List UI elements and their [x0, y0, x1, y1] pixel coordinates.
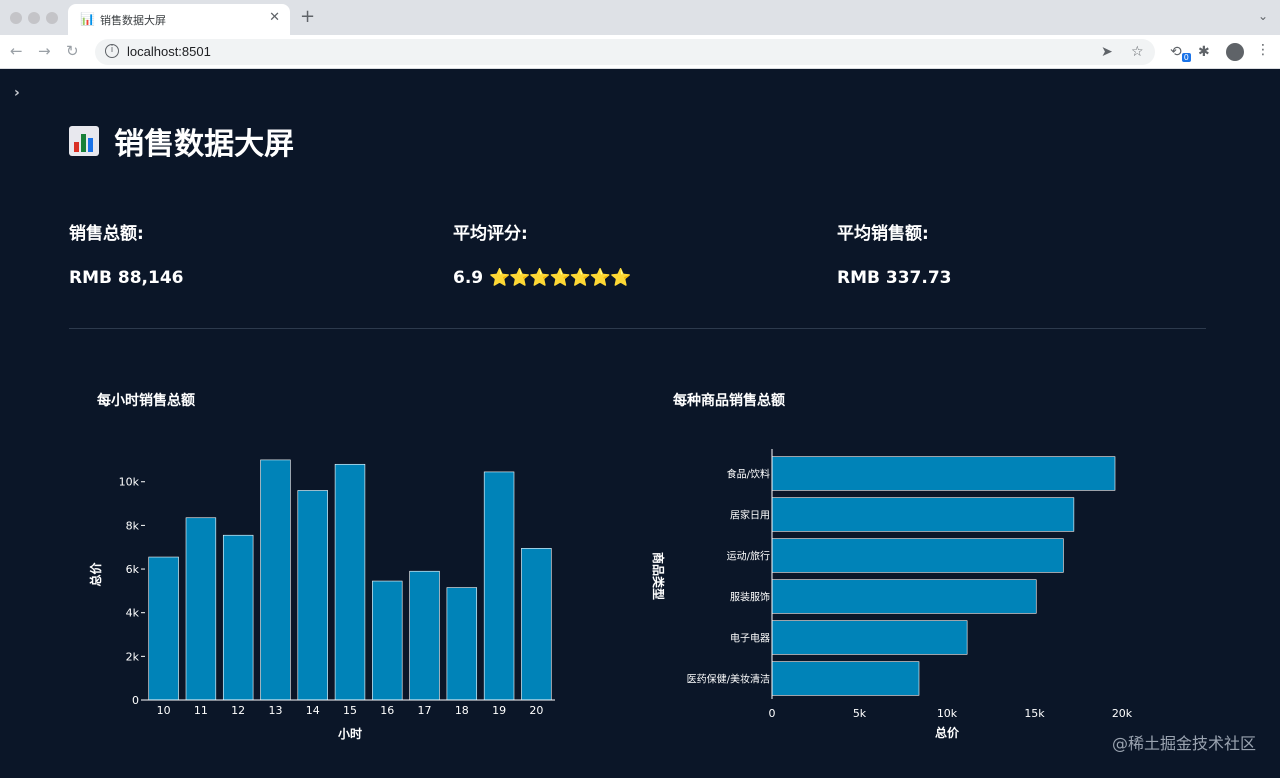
y-tick-label: 医药保健/美妆清洁: [687, 673, 770, 686]
bar: [771, 661, 920, 696]
x-tick-label: 10: [157, 704, 171, 717]
avatar[interactable]: [1226, 43, 1244, 61]
bar: [771, 497, 1075, 532]
page-header: 销售数据大屏: [69, 119, 294, 163]
bar: [260, 459, 291, 701]
y-axis-title: 商品类型: [651, 552, 666, 600]
bar: [334, 463, 366, 701]
window-close-control[interactable]: [10, 12, 22, 24]
metric-average-rating: 平均评分: 6.9 ⭐⭐⭐⭐⭐⭐⭐: [453, 219, 631, 288]
bar: [483, 471, 515, 701]
page-title: 销售数据大屏: [114, 127, 295, 162]
y-tick-label: 运动/旅行: [727, 550, 770, 563]
x-tick-label: 0: [769, 707, 776, 720]
x-axis-title: 总价: [935, 725, 960, 740]
metric-total-sales: 销售总额: RMB 88,146: [69, 219, 183, 288]
x-tick-label: 19: [492, 704, 506, 717]
metric-label: 平均评分:: [453, 224, 528, 244]
bar-chart-icon: 📊: [80, 12, 95, 26]
browser-toolbar: ← → ↻ i localhost:8501 ➤ ☆ ⟲ 0 ✱ ⋮: [0, 35, 1280, 69]
reload-icon[interactable]: ↻: [66, 42, 79, 60]
x-tick-label: 16: [380, 704, 394, 717]
bar: [297, 490, 328, 701]
x-tick-label: 18: [455, 704, 469, 717]
app-main: › 销售数据大屏 销售总额: RMB 88,146 平均评分: 6.9 ⭐⭐⭐⭐…: [0, 69, 1280, 778]
y-tick-label: 电子电器: [730, 632, 770, 645]
metric-label: 平均销售额:: [837, 224, 929, 244]
y-tick-label: 居家日用: [730, 509, 770, 522]
chart-title-category: 每种商品销售总额: [673, 393, 785, 409]
y-tick-label: 0: [132, 694, 139, 707]
y-tick-label: 2k: [126, 650, 140, 663]
x-tick-label: 14: [306, 704, 320, 717]
watermark: @稀土掘金技术社区: [1111, 734, 1256, 753]
address-bar[interactable]: i localhost:8501 ➤ ☆: [95, 39, 1155, 65]
y-tick-label: 6k: [126, 563, 140, 576]
x-tick-label: 20k: [1112, 707, 1133, 720]
send-icon[interactable]: ➤: [1101, 44, 1113, 60]
hourly-sales-chart[interactable]: 10 11 12 13 14 15 16 17 18 19 20 0 2k 4k 6k 8k 10k 小时 总价: [80, 429, 580, 759]
browser-tab[interactable]: 📊 销售数据大屏 ✕: [68, 4, 290, 35]
extension-badge: 0: [1181, 52, 1191, 62]
bar: [771, 579, 1037, 614]
forward-icon[interactable]: →: [38, 42, 51, 60]
star-rating: ⭐⭐⭐⭐⭐⭐⭐: [489, 268, 631, 288]
y-tick-label: 10k: [119, 476, 140, 489]
back-icon[interactable]: ←: [10, 42, 23, 60]
x-tick-label: 15k: [1024, 707, 1045, 720]
bar: [409, 570, 440, 701]
tab-title: 销售数据大屏: [100, 14, 166, 27]
category-sales-chart[interactable]: 食品/饮料居家日用运动/旅行服装服饰电子电器医药保健/美妆清洁 0 5k 10k 15k…: [640, 429, 1160, 759]
chevron-right-icon[interactable]: ›: [14, 85, 20, 101]
bar: [185, 517, 217, 701]
bar: [148, 556, 179, 701]
metric-average-sales: 平均销售额: RMB 337.73: [837, 219, 951, 288]
info-icon[interactable]: i: [105, 44, 119, 58]
chart-title-hourly: 每小时销售总额: [97, 393, 195, 409]
bar: [771, 620, 968, 655]
menu-icon[interactable]: ⋮: [1256, 42, 1270, 58]
chevron-down-icon[interactable]: ⌄: [1258, 9, 1268, 23]
bar: [771, 456, 1116, 491]
bar: [446, 587, 478, 701]
x-tick-label: 20: [529, 704, 543, 717]
bar-chart-icon: [69, 126, 99, 156]
bar: [521, 548, 552, 701]
bar: [372, 580, 403, 701]
star-icon[interactable]: ☆: [1131, 44, 1144, 60]
extension-icon[interactable]: ⟲ 0: [1170, 44, 1191, 62]
x-tick-label: 12: [231, 704, 245, 717]
url-text: localhost:8501: [127, 44, 211, 59]
x-axis-title: 小时: [338, 726, 362, 741]
y-axis-title: 总价: [88, 562, 103, 587]
y-tick-label: 8k: [126, 519, 140, 532]
metric-value: 6.9: [453, 268, 484, 288]
browser-tab-bar: 📊 销售数据大屏 ✕ + ⌄: [0, 0, 1280, 35]
bar: [771, 538, 1064, 573]
close-icon[interactable]: ✕: [269, 10, 280, 25]
x-tick-label: 13: [268, 704, 282, 717]
divider: [69, 328, 1206, 329]
y-tick-label: 服装服饰: [730, 591, 770, 604]
window-minimize-control[interactable]: [28, 12, 40, 24]
y-tick-label: 食品/饮料: [727, 468, 770, 481]
new-tab-icon[interactable]: +: [300, 6, 315, 27]
metric-value: RMB 337.73: [837, 268, 952, 288]
y-tick-label: 4k: [126, 607, 140, 620]
metric-value: RMB 88,146: [69, 268, 184, 288]
puzzle-icon[interactable]: ✱: [1198, 44, 1210, 60]
metric-value-row: 6.9 ⭐⭐⭐⭐⭐⭐⭐: [453, 268, 631, 288]
x-tick-label: 10k: [937, 707, 958, 720]
x-tick-label: 15: [343, 704, 357, 717]
window-maximize-control[interactable]: [46, 12, 58, 24]
metric-label: 销售总额:: [69, 224, 144, 244]
bar: [222, 534, 254, 701]
x-tick-label: 17: [418, 704, 432, 717]
x-tick-label: 5k: [853, 707, 867, 720]
x-tick-label: 11: [194, 704, 208, 717]
